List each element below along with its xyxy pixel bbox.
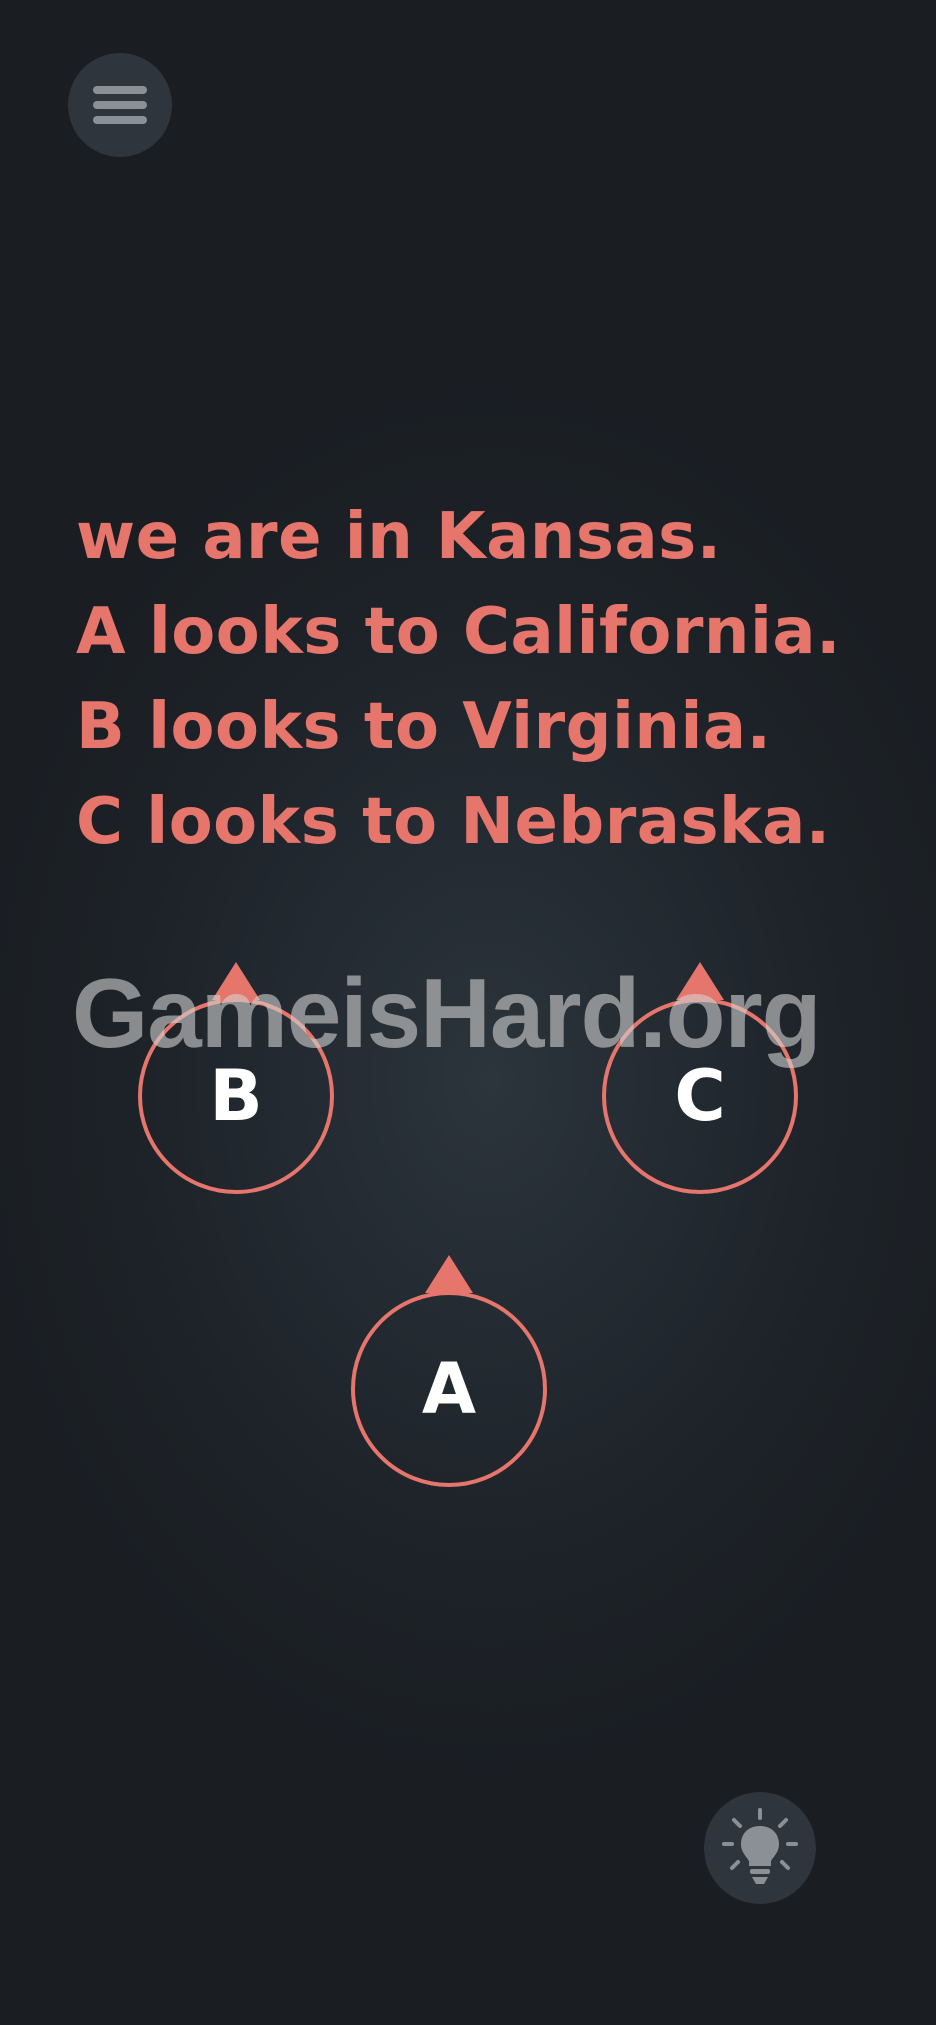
direction-pointer-icon xyxy=(425,1255,473,1293)
node-label: B xyxy=(209,1055,263,1137)
puzzle-line: B looks to Virginia. xyxy=(76,690,772,764)
puzzle-line: A looks to California. xyxy=(76,595,841,669)
node-label: A xyxy=(421,1348,477,1430)
puzzle-line: C looks to Nebraska. xyxy=(76,785,831,859)
direction-pointer-icon xyxy=(676,962,724,1000)
puzzle-line: we are in Kansas. xyxy=(76,500,722,574)
node-a[interactable]: A xyxy=(351,1255,547,1487)
node-c[interactable]: C xyxy=(602,962,798,1194)
direction-pointer-icon xyxy=(212,962,260,1000)
hamburger-menu-icon xyxy=(93,86,147,124)
lightbulb-icon xyxy=(722,1808,798,1884)
puzzle-statement: we are in Kansas. A looks to California.… xyxy=(76,490,926,870)
node-label: C xyxy=(674,1055,726,1137)
hint-button[interactable] xyxy=(704,1792,816,1904)
node-b[interactable]: B xyxy=(138,962,334,1194)
menu-button[interactable] xyxy=(68,53,172,157)
